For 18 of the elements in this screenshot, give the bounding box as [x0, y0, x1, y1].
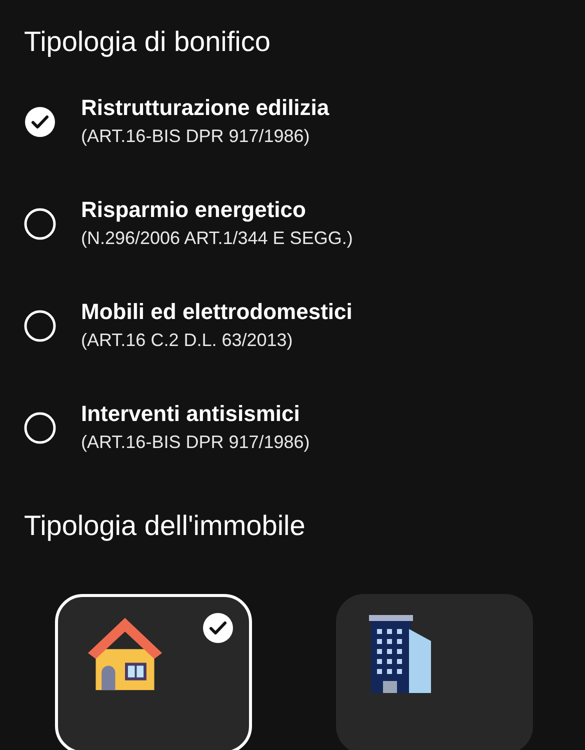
- option-title: Mobili ed elettrodomestici: [81, 298, 352, 326]
- option-title: Ristrutturazione edilizia: [81, 94, 330, 122]
- section-title: Tipologia dell'immobile: [24, 509, 306, 543]
- radio-button[interactable]: [24, 412, 56, 444]
- office-building-icon: [369, 615, 431, 693]
- property-card[interactable]: [336, 594, 533, 750]
- radio-button[interactable]: [24, 310, 56, 342]
- option-subtitle: (ART.16-BIS DPR 917/1986): [81, 125, 311, 148]
- checked-radio[interactable]: [24, 106, 56, 138]
- option-title: Interventi antisismici: [81, 400, 301, 428]
- option-subtitle: (ART.16 C.2 D.L. 63/2013): [81, 329, 294, 352]
- option-subtitle: (ART.16-BIS DPR 917/1986): [81, 431, 310, 454]
- radio-button[interactable]: [24, 208, 56, 240]
- house-icon: [86, 615, 164, 693]
- option-title: Risparmio energetico: [81, 196, 307, 224]
- check-icon: [202, 612, 234, 644]
- section-title: Tipologia di bonifico: [24, 25, 272, 59]
- option-subtitle: (N.296/2006 ART.1/344 E SEGG.): [81, 227, 353, 250]
